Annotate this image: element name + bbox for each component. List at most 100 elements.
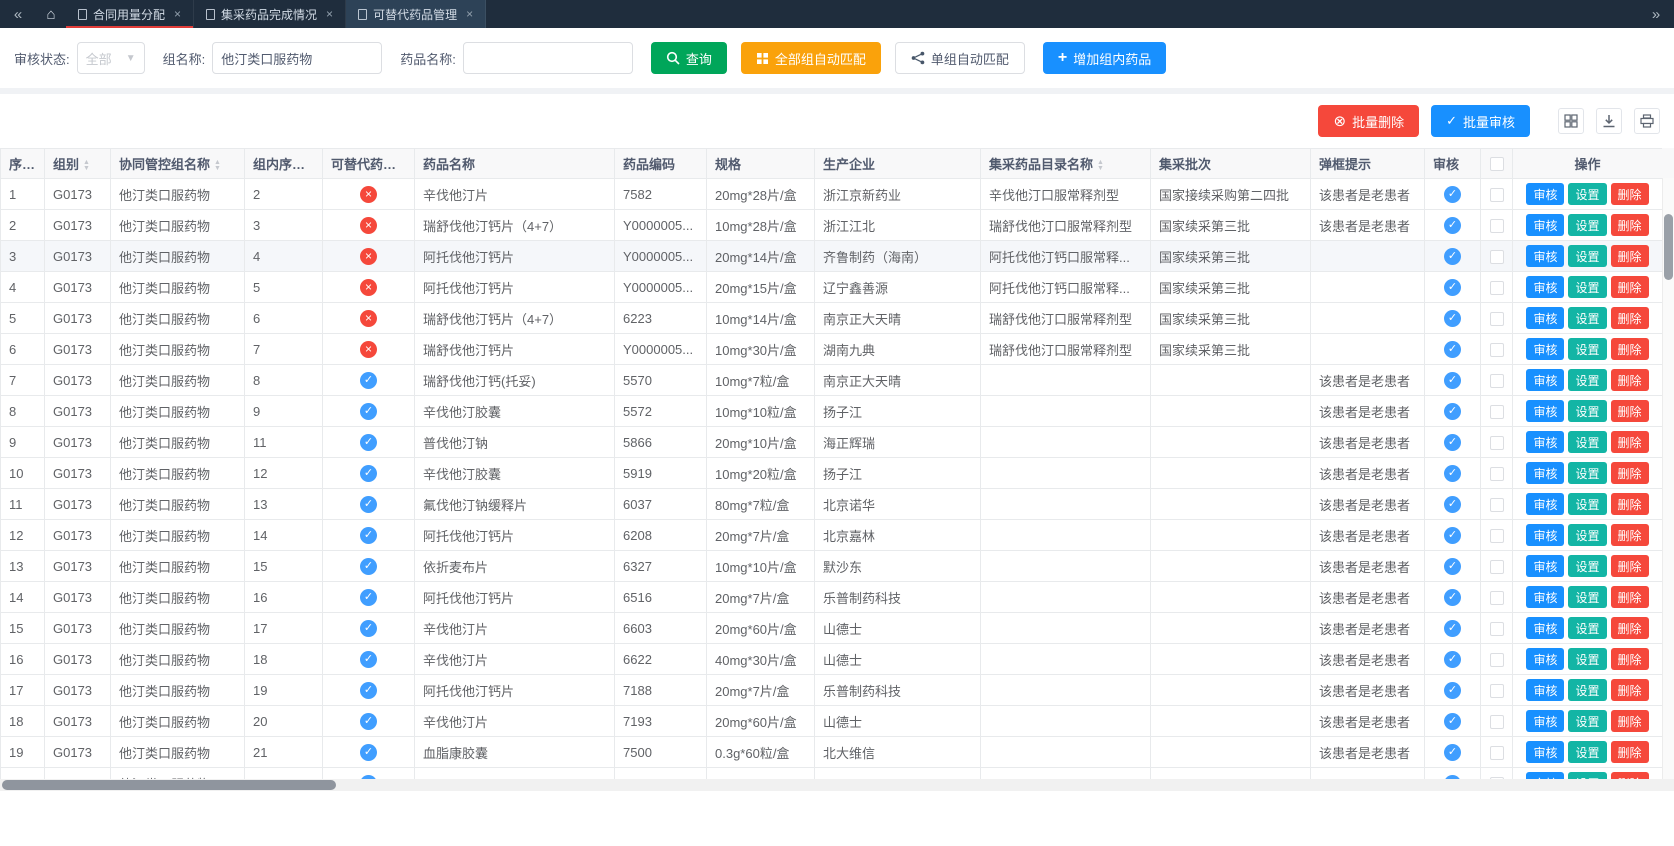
row-setting-button[interactable]: 设置 <box>1568 617 1606 639</box>
group-name-input[interactable] <box>212 42 382 74</box>
row-review-button[interactable]: 审核 <box>1526 555 1564 577</box>
row-delete-button[interactable]: 删除 <box>1611 679 1649 701</box>
row-review-button[interactable]: 审核 <box>1526 648 1564 670</box>
row-setting-button[interactable]: 设置 <box>1568 276 1606 298</box>
row-review-button[interactable]: 审核 <box>1526 245 1564 267</box>
row-checkbox[interactable] <box>1490 560 1504 574</box>
row-delete-button[interactable]: 删除 <box>1611 214 1649 236</box>
row-checkbox[interactable] <box>1490 498 1504 512</box>
row-checkbox[interactable] <box>1490 250 1504 264</box>
batch-delete-button[interactable]: ⊗ 批量删除 <box>1318 105 1419 137</box>
tab-replaceable-drug-management[interactable]: 可替代药品管理 × <box>346 0 486 28</box>
sort-icon[interactable]: ▲▼ <box>400 160 407 172</box>
horizontal-scrollbar-thumb[interactable] <box>2 780 336 790</box>
row-checkbox[interactable] <box>1490 684 1504 698</box>
tabs-scroll-right-icon[interactable]: » <box>1638 0 1674 28</box>
row-setting-button[interactable]: 设置 <box>1568 369 1606 391</box>
vertical-scrollbar[interactable] <box>1662 178 1674 779</box>
add-group-drug-button[interactable]: + 增加组内药品 <box>1043 42 1166 74</box>
row-review-button[interactable]: 审核 <box>1526 462 1564 484</box>
sort-icon[interactable]: ▲▼ <box>83 160 90 172</box>
row-delete-button[interactable]: 删除 <box>1611 183 1649 205</box>
batch-review-button[interactable]: ✓ 批量审核 <box>1431 105 1530 137</box>
row-checkbox[interactable] <box>1490 219 1504 233</box>
row-review-button[interactable]: 审核 <box>1526 493 1564 515</box>
row-delete-button[interactable]: 删除 <box>1611 338 1649 360</box>
row-review-button[interactable]: 审核 <box>1526 586 1564 608</box>
row-review-button[interactable]: 审核 <box>1526 431 1564 453</box>
vertical-scrollbar-thumb[interactable] <box>1664 214 1673 280</box>
row-review-button[interactable]: 审核 <box>1526 183 1564 205</box>
row-checkbox[interactable] <box>1490 653 1504 667</box>
row-checkbox[interactable] <box>1490 281 1504 295</box>
search-button[interactable]: 查询 <box>651 42 727 74</box>
row-setting-button[interactable]: 设置 <box>1568 679 1606 701</box>
row-delete-button[interactable]: 删除 <box>1611 431 1649 453</box>
row-review-button[interactable]: 审核 <box>1526 772 1564 779</box>
row-setting-button[interactable]: 设置 <box>1568 710 1606 732</box>
row-delete-button[interactable]: 删除 <box>1611 772 1649 779</box>
row-review-button[interactable]: 审核 <box>1526 617 1564 639</box>
tab-contract-usage-allocation[interactable]: 合同用量分配 × <box>66 0 194 28</box>
row-setting-button[interactable]: 设置 <box>1568 462 1606 484</box>
row-checkbox[interactable] <box>1490 529 1504 543</box>
horizontal-scrollbar[interactable] <box>0 779 1674 791</box>
row-review-button[interactable]: 审核 <box>1526 679 1564 701</box>
row-checkbox[interactable] <box>1490 746 1504 760</box>
row-delete-button[interactable]: 删除 <box>1611 245 1649 267</box>
row-setting-button[interactable]: 设置 <box>1568 741 1606 763</box>
column-header-catalog[interactable]: 集采药品目录名称▲▼ <box>981 149 1151 179</box>
row-setting-button[interactable]: 设置 <box>1568 338 1606 360</box>
download-button[interactable] <box>1596 108 1622 134</box>
row-checkbox[interactable] <box>1490 436 1504 450</box>
column-settings-button[interactable] <box>1558 108 1584 134</box>
column-header-group_name[interactable]: 协同管控组名称▲▼ <box>111 149 245 179</box>
sort-icon[interactable]: ▲▼ <box>39 160 44 172</box>
status-select[interactable]: 全部 ▼ <box>77 42 145 74</box>
row-delete-button[interactable]: 删除 <box>1611 493 1649 515</box>
row-delete-button[interactable]: 删除 <box>1611 648 1649 670</box>
home-icon[interactable]: ⌂ <box>36 0 66 28</box>
row-delete-button[interactable]: 删除 <box>1611 617 1649 639</box>
row-setting-button[interactable]: 设置 <box>1568 493 1606 515</box>
row-review-button[interactable]: 审核 <box>1526 369 1564 391</box>
match-single-group-button[interactable]: 单组自动匹配 <box>895 42 1025 74</box>
row-review-button[interactable]: 审核 <box>1526 524 1564 546</box>
column-header-inner_seq[interactable]: 组内序号▲▼ <box>245 149 323 179</box>
row-checkbox[interactable] <box>1490 467 1504 481</box>
row-checkbox[interactable] <box>1490 715 1504 729</box>
row-delete-button[interactable]: 删除 <box>1611 276 1649 298</box>
row-setting-button[interactable]: 设置 <box>1568 431 1606 453</box>
row-review-button[interactable]: 审核 <box>1526 214 1564 236</box>
tabs-scroll-left-icon[interactable]: « <box>0 0 36 28</box>
column-header-replaceable[interactable]: 可替代药品▲▼ <box>323 149 415 179</box>
row-delete-button[interactable]: 删除 <box>1611 307 1649 329</box>
row-review-button[interactable]: 审核 <box>1526 400 1564 422</box>
row-delete-button[interactable]: 删除 <box>1611 462 1649 484</box>
row-delete-button[interactable]: 删除 <box>1611 555 1649 577</box>
row-setting-button[interactable]: 设置 <box>1568 555 1606 577</box>
row-setting-button[interactable]: 设置 <box>1568 183 1606 205</box>
row-checkbox[interactable] <box>1490 188 1504 202</box>
row-checkbox[interactable] <box>1490 343 1504 357</box>
row-review-button[interactable]: 审核 <box>1526 710 1564 732</box>
row-review-button[interactable]: 审核 <box>1526 307 1564 329</box>
close-icon[interactable]: × <box>326 7 333 21</box>
drug-name-input[interactable] <box>463 42 633 74</box>
row-review-button[interactable]: 审核 <box>1526 741 1564 763</box>
row-review-button[interactable]: 审核 <box>1526 276 1564 298</box>
row-checkbox[interactable] <box>1490 591 1504 605</box>
row-checkbox[interactable] <box>1490 312 1504 326</box>
tab-procurement-completion[interactable]: 集采药品完成情况 × <box>194 0 346 28</box>
sort-icon[interactable]: ▲▼ <box>309 160 316 172</box>
close-icon[interactable]: × <box>466 7 473 21</box>
row-delete-button[interactable]: 删除 <box>1611 524 1649 546</box>
row-setting-button[interactable]: 设置 <box>1568 245 1606 267</box>
column-header-seq[interactable]: 序号▲▼ <box>1 149 45 179</box>
select-all-checkbox[interactable] <box>1490 157 1504 171</box>
row-setting-button[interactable]: 设置 <box>1568 524 1606 546</box>
column-header-group[interactable]: 组别▲▼ <box>45 149 111 179</box>
match-all-groups-button[interactable]: 全部组自动匹配 <box>741 42 881 74</box>
close-icon[interactable]: × <box>174 7 181 21</box>
row-setting-button[interactable]: 设置 <box>1568 648 1606 670</box>
